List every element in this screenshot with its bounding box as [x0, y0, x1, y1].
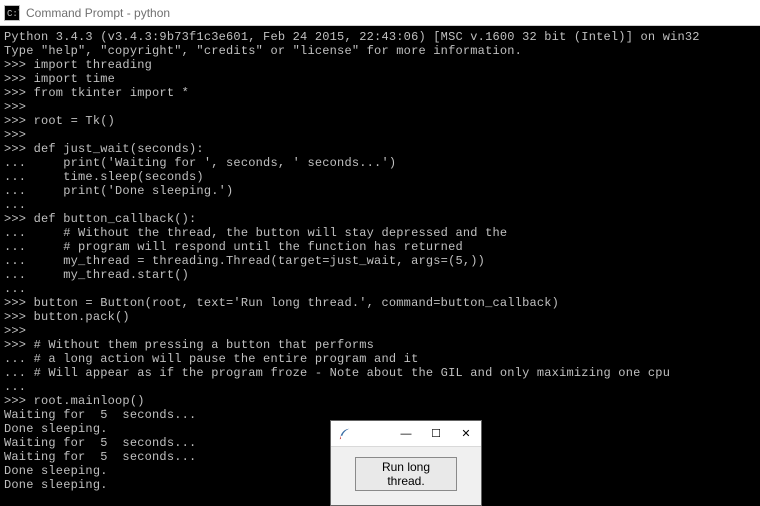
- tk-feather-icon: [337, 426, 353, 442]
- window-titlebar[interactable]: C:\ Command Prompt - python: [0, 0, 760, 26]
- tk-window[interactable]: — ☐ ✕ Run long thread.: [330, 420, 482, 506]
- tk-body: Run long thread.: [331, 447, 481, 505]
- tk-close-button[interactable]: ✕: [451, 421, 481, 447]
- close-icon: ✕: [461, 427, 470, 440]
- cmd-icon: C:\: [4, 5, 20, 21]
- tk-titlebar[interactable]: — ☐ ✕: [331, 421, 481, 447]
- tk-minimize-button[interactable]: —: [391, 421, 421, 447]
- run-long-thread-button[interactable]: Run long thread.: [355, 457, 457, 491]
- maximize-icon: ☐: [431, 427, 441, 440]
- window-title: Command Prompt - python: [26, 6, 170, 20]
- minimize-icon: —: [401, 428, 412, 440]
- svg-text:C:\: C:\: [7, 9, 20, 19]
- tk-maximize-button[interactable]: ☐: [421, 421, 451, 447]
